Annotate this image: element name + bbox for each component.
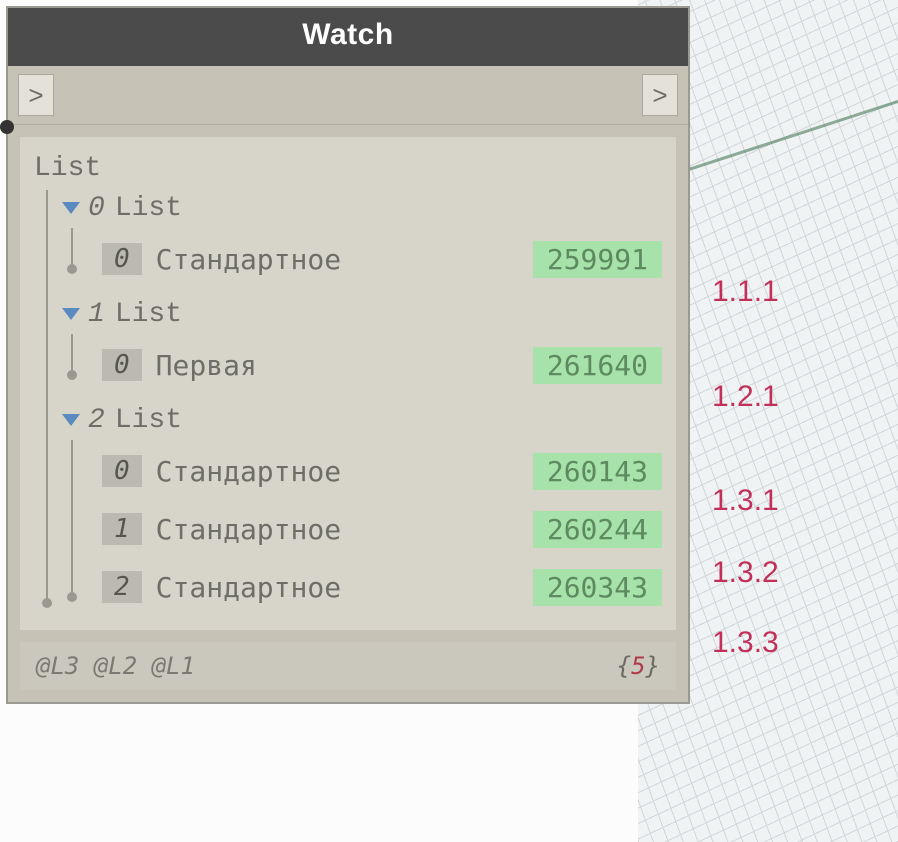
port-row: > > xyxy=(8,66,688,125)
sublist-index: 2 xyxy=(88,405,105,436)
tree-guide-line xyxy=(46,190,48,602)
sublist-index: 1 xyxy=(88,299,105,330)
item-name: Стандартное xyxy=(156,513,341,546)
item-index-badge: 0 xyxy=(102,243,142,275)
list-item[interactable]: 0 Стандартное 259991 xyxy=(102,230,662,288)
tree-guide-end xyxy=(67,264,77,274)
item-name: Стандартное xyxy=(156,455,341,488)
sublist-header[interactable]: 0 List xyxy=(62,186,662,230)
input-connector-dot[interactable] xyxy=(0,120,14,134)
element-id-badge[interactable]: 260343 xyxy=(533,569,662,606)
annotation-label: 1.3.1 xyxy=(712,484,779,518)
sublist-type-label: List xyxy=(115,405,182,436)
item-name: Стандартное xyxy=(156,243,341,276)
list-item[interactable]: 0 Первая 261640 xyxy=(102,336,662,394)
node-title[interactable]: Watch xyxy=(8,8,688,66)
watch-body: List 0 List 0 Стандартное 259991 xyxy=(20,137,676,630)
watch-footer: @L3 @L2 @L1 {5} xyxy=(20,642,676,690)
item-index-badge: 1 xyxy=(102,513,142,545)
tree-guide-end xyxy=(67,370,77,380)
tree-guide-line xyxy=(71,334,73,374)
item-count: {5} xyxy=(617,652,660,680)
sublist-type-label: List xyxy=(115,193,182,224)
sublist-header[interactable]: 1 List xyxy=(62,292,662,336)
lacing-levels[interactable]: @L3 @L2 @L1 xyxy=(36,652,195,680)
annotation-label: 1.1.1 xyxy=(712,275,779,309)
annotation-label: 1.2.1 xyxy=(712,380,779,414)
element-id-badge[interactable]: 260244 xyxy=(533,511,662,548)
input-port[interactable]: > xyxy=(18,74,54,116)
collapse-toggle-icon[interactable] xyxy=(62,308,80,320)
sublist-0: 0 List 0 Стандартное 259991 xyxy=(62,186,662,288)
tree-guide-line xyxy=(71,228,73,268)
sublist-2: 2 List 0 Стандартное 260143 1 Стандартно… xyxy=(62,398,662,616)
item-name: Первая xyxy=(156,349,257,382)
root-list-label: List xyxy=(34,153,662,184)
item-index-badge: 0 xyxy=(102,455,142,487)
list-item[interactable]: 0 Стандартное 260143 xyxy=(102,442,662,500)
tree-guide-end xyxy=(42,598,52,608)
sublist-index: 0 xyxy=(88,193,105,224)
collapse-toggle-icon[interactable] xyxy=(62,202,80,214)
watch-node[interactable]: Watch > > List 0 List 0 xyxy=(6,6,690,704)
element-id-badge[interactable]: 261640 xyxy=(533,347,662,384)
brace-close: } xyxy=(646,652,660,680)
collapse-toggle-icon[interactable] xyxy=(62,414,80,426)
element-id-badge[interactable]: 259991 xyxy=(533,241,662,278)
brace-open: { xyxy=(617,652,631,680)
annotation-label: 1.3.3 xyxy=(712,626,779,660)
tree-guide-end xyxy=(67,592,77,602)
tree: 0 List 0 Стандартное 259991 1 xyxy=(34,186,662,616)
item-index-badge: 0 xyxy=(102,349,142,381)
annotation-label: 1.3.2 xyxy=(712,556,779,590)
item-name: Стандартное xyxy=(156,571,341,604)
sublist-1: 1 List 0 Первая 261640 xyxy=(62,292,662,394)
list-item[interactable]: 1 Стандартное 260244 xyxy=(102,500,662,558)
count-number: 5 xyxy=(631,652,645,680)
element-id-badge[interactable]: 260143 xyxy=(533,453,662,490)
tree-guide-line xyxy=(71,440,73,596)
list-item[interactable]: 2 Стандартное 260343 xyxy=(102,558,662,616)
item-index-badge: 2 xyxy=(102,571,142,603)
sublist-header[interactable]: 2 List xyxy=(62,398,662,442)
sublist-type-label: List xyxy=(115,299,182,330)
output-port[interactable]: > xyxy=(642,74,678,116)
